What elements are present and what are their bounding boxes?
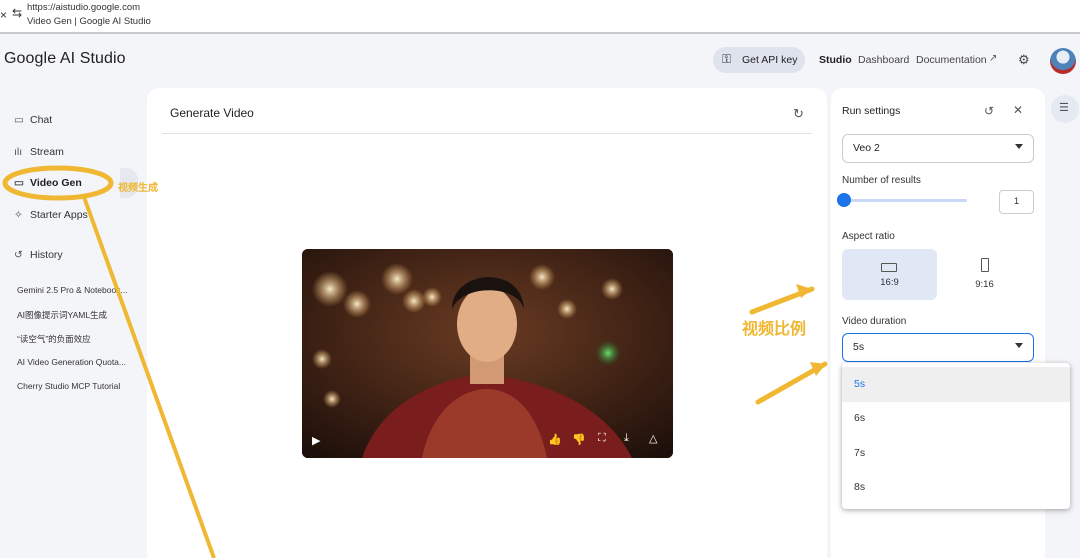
annotation-aspect-ratio: 视频比例 — [742, 321, 807, 338]
annotation-line — [82, 196, 216, 558]
annotation-layer — [2, 165, 828, 558]
annotation-circle — [2, 165, 114, 201]
annotation-video-gen: 视频生成 — [118, 183, 158, 194]
